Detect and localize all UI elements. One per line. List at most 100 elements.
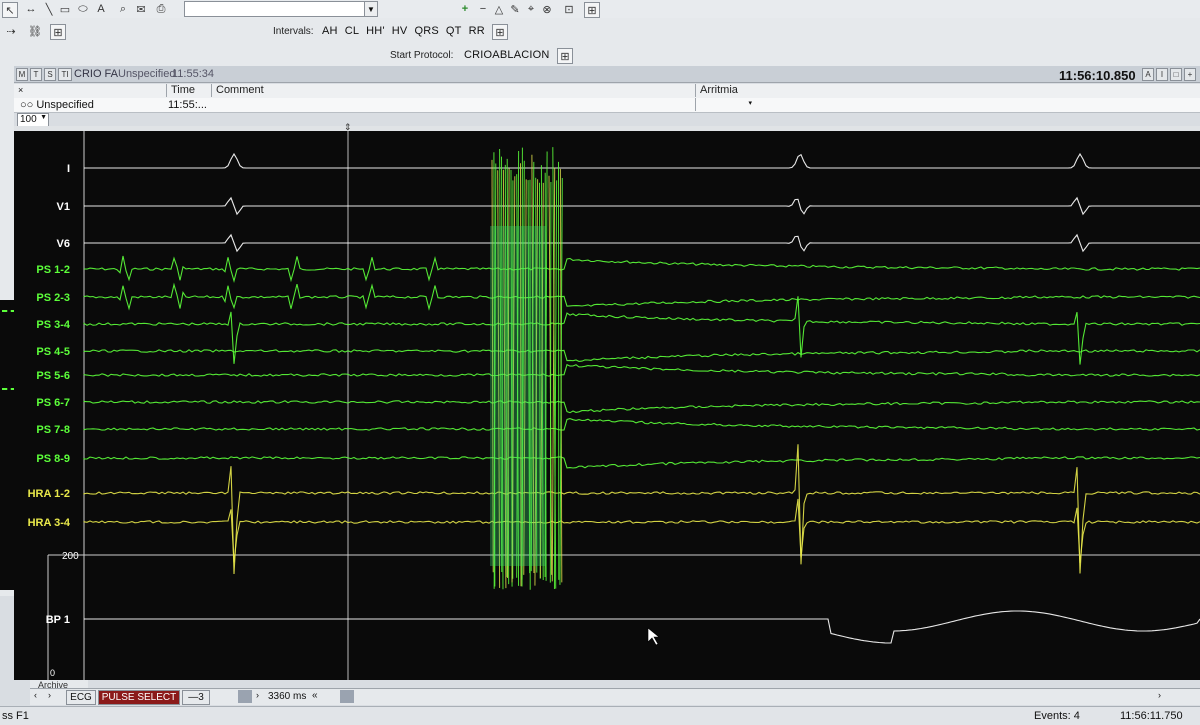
tab-ti[interactable]: TI bbox=[58, 68, 72, 81]
zoom-select[interactable]: 100 ▼ bbox=[17, 113, 49, 127]
trace-line bbox=[84, 350, 1200, 362]
trace-line bbox=[84, 256, 1200, 281]
event-name: ○○ Unspecified bbox=[20, 99, 94, 111]
channel-label: PS 4-5 bbox=[36, 346, 70, 358]
layout-icon[interactable]: ⊞ bbox=[584, 2, 600, 18]
select-tool-icon[interactable]: ↖ bbox=[2, 2, 18, 18]
trace-line bbox=[84, 365, 1200, 377]
mouse-cursor-icon bbox=[648, 628, 659, 645]
ellipse-tool-icon[interactable]: ⬭ bbox=[76, 2, 90, 16]
sweep-right-icon[interactable]: › bbox=[256, 690, 259, 700]
rectangle-tool-icon[interactable]: ▭ bbox=[58, 2, 72, 16]
add-icon[interactable]: + bbox=[458, 2, 472, 16]
channel-label: HRA 3-4 bbox=[28, 517, 71, 529]
interval-hv[interactable]: HV bbox=[392, 25, 408, 37]
line-tool-icon[interactable]: ╲ bbox=[42, 2, 56, 16]
minus-icon[interactable]: − bbox=[476, 2, 490, 16]
channel-label: PS 3-4 bbox=[36, 319, 71, 331]
channel-label: V1 bbox=[57, 201, 70, 213]
arritmia-select[interactable]: ▾ bbox=[695, 98, 740, 111]
network-icon[interactable]: ⛓ bbox=[28, 24, 42, 38]
bp-scale-top: 200 bbox=[62, 551, 79, 562]
triangle-icon[interactable]: △ bbox=[492, 2, 506, 16]
tab-m[interactable]: M bbox=[16, 68, 28, 81]
interval-rr[interactable]: RR bbox=[469, 25, 485, 37]
protocol-toolbar: Start Protocol: CRIOABLACION ⊞ bbox=[0, 44, 1200, 67]
chevron-down-icon: ▼ bbox=[364, 2, 377, 16]
interval-toolbar: ⇢ ⛓ ⊞ Intervals: AH CL HH' HV QRS QT RR … bbox=[0, 18, 1200, 45]
protocol-value[interactable]: CRIOABLACION bbox=[464, 49, 550, 61]
prev-icon[interactable]: ‹ bbox=[34, 690, 37, 700]
cancel-icon[interactable]: ⊗ bbox=[540, 2, 554, 16]
scroll-thumb-2[interactable] bbox=[340, 690, 354, 703]
col-comment: Comment bbox=[211, 84, 696, 97]
channel-label: BP 1 bbox=[46, 614, 70, 626]
protocol-settings-icon[interactable]: ⊞ bbox=[557, 48, 573, 64]
trace-line bbox=[84, 499, 1200, 563]
scroll-right-icon[interactable]: › bbox=[1158, 690, 1161, 700]
tab-i[interactable]: I bbox=[1156, 68, 1168, 81]
trace-line bbox=[84, 457, 1200, 468]
next-icon[interactable]: › bbox=[48, 690, 51, 700]
interval-settings-icon[interactable]: ⊞ bbox=[492, 24, 508, 40]
trace-line bbox=[84, 611, 1200, 643]
trace-line bbox=[84, 296, 1200, 364]
view-dropdown[interactable]: ▼ bbox=[184, 1, 378, 17]
expand-icon[interactable]: + bbox=[1184, 68, 1196, 81]
status-time: 11:56:11.750 bbox=[1120, 710, 1183, 722]
col-arritmia: Arritmia bbox=[695, 84, 738, 97]
trace-canvas: IV1V6PS 1-2PS 2-3PS 3-4PS 4-5PS 5-6PS 6-… bbox=[14, 131, 1200, 680]
tab-t[interactable]: T bbox=[30, 68, 42, 81]
text-tool-icon[interactable]: A bbox=[94, 2, 108, 16]
interval-qt[interactable]: QT bbox=[446, 25, 462, 37]
panel-header: M T S TI CRIO FA Unspecified 11:55:34 A … bbox=[14, 66, 1200, 83]
table-row[interactable]: ○○ Unspecified 11:55:... ▾ bbox=[14, 98, 1200, 113]
col-time: Time bbox=[166, 84, 195, 97]
tab-3-prefix: — bbox=[188, 692, 198, 703]
grid-icon[interactable]: ⊞ bbox=[50, 24, 66, 40]
print-icon[interactable]: ⎙ bbox=[154, 2, 168, 16]
rewind-icon[interactable]: « bbox=[312, 690, 318, 701]
step-icon[interactable]: ⇢ bbox=[4, 24, 18, 38]
minimize-icon[interactable]: □ bbox=[1170, 68, 1182, 81]
channel-label: PS 8-9 bbox=[36, 453, 70, 465]
tab-3-label: 3 bbox=[198, 692, 204, 703]
trace-line bbox=[84, 154, 1200, 168]
resize-horizontal-icon[interactable]: ↔ bbox=[24, 2, 38, 16]
tab-a[interactable]: A bbox=[1142, 68, 1154, 81]
status-left: ss F1 bbox=[2, 710, 29, 722]
interval-cl[interactable]: CL bbox=[345, 25, 359, 37]
artifact-block bbox=[490, 226, 546, 566]
panel-status: Unspecified bbox=[118, 68, 175, 80]
checkbox-icon: ○○ bbox=[20, 99, 36, 111]
sweep-duration: 3360 ms bbox=[268, 691, 306, 702]
clock-readout: 11:56:10.850 bbox=[1059, 68, 1136, 83]
close-icon[interactable]: × bbox=[18, 85, 23, 95]
status-bar: ss F1 Events: 4 11:56:11.750 bbox=[0, 706, 1200, 725]
tab-3[interactable]: —3 bbox=[182, 690, 210, 705]
eraser-icon[interactable]: ✎ bbox=[508, 2, 522, 16]
channel-label: PS 5-6 bbox=[36, 370, 70, 382]
tab-s[interactable]: S bbox=[44, 68, 56, 81]
zoom-icon[interactable]: ⌕ bbox=[116, 2, 130, 16]
interval-ah[interactable]: AH bbox=[322, 25, 338, 37]
protocol-label: Start Protocol: bbox=[390, 50, 453, 61]
chevron-down-icon: ▾ bbox=[748, 99, 752, 107]
mail-icon[interactable]: ✉ bbox=[134, 2, 148, 16]
signal-display: IV1V6PS 1-2PS 2-3PS 3-4PS 4-5PS 5-6PS 6-… bbox=[14, 131, 1200, 680]
event-table-header: × Time Comment Arritmia bbox=[14, 84, 1200, 99]
trace-line bbox=[84, 235, 1200, 251]
pin-icon[interactable]: ⌖ bbox=[524, 2, 538, 16]
lock-icon[interactable]: ⊡ bbox=[562, 2, 576, 16]
channel-label: HRA 1-2 bbox=[28, 488, 70, 500]
events-count: Events: 4 bbox=[1034, 710, 1080, 722]
interval-qrs[interactable]: QRS bbox=[414, 25, 438, 37]
tab-pulse-select[interactable]: PULSE SELECT bbox=[98, 690, 180, 705]
tab-ecg[interactable]: ECG bbox=[66, 690, 96, 705]
panel-time: 11:55:34 bbox=[172, 68, 214, 80]
artifact-line bbox=[550, 182, 551, 583]
scroll-thumb[interactable] bbox=[238, 690, 252, 703]
bp-scale-bottom: 0 bbox=[50, 668, 55, 678]
interval-hh[interactable]: HH' bbox=[366, 25, 385, 37]
channel-label: I bbox=[67, 163, 70, 175]
